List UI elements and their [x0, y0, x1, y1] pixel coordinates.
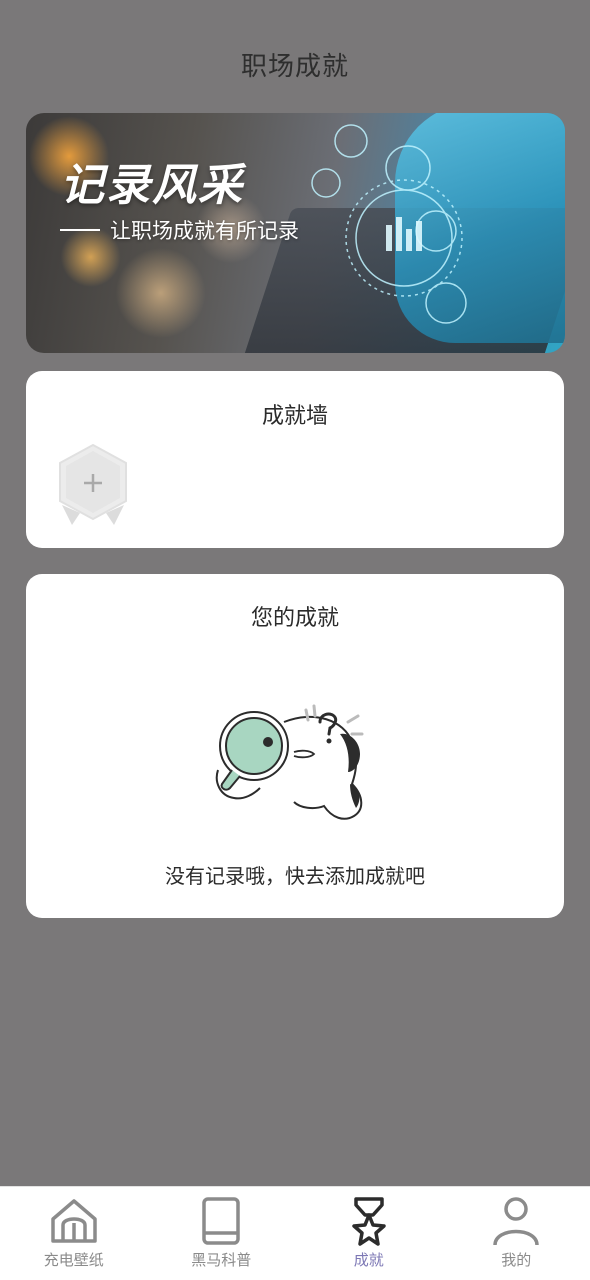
tab-mine[interactable]: 我的	[443, 1187, 590, 1280]
medal-icon	[352, 1197, 386, 1246]
add-badge-button[interactable]	[56, 443, 130, 529]
bottom-tabbar: 充电壁纸 黑马科普 成就 我的	[0, 1186, 590, 1280]
book-icon	[202, 1197, 240, 1245]
tab-achievements[interactable]: 成就	[295, 1187, 443, 1280]
banner-dash	[60, 229, 100, 231]
page-title: 职场成就	[240, 52, 349, 82]
achievement-wall-title: 成就墙	[261, 404, 328, 429]
banner-subtitle: 让职场成就有所记录	[60, 215, 299, 245]
plus-badge-icon	[59, 443, 127, 525]
achievement-wall-card: 成就墙	[26, 371, 564, 548]
tab-heima-science[interactable]: 黑马科普	[148, 1187, 296, 1280]
your-achievements-title: 您的成就	[250, 606, 339, 631]
empty-magnifier-illustration	[215, 704, 364, 820]
tab-label: 黑马科普	[191, 1251, 252, 1269]
tab-label: 成就	[353, 1251, 384, 1269]
tab-charging-wallpaper[interactable]: 充电壁纸	[0, 1187, 148, 1280]
banner-subtitle-text: 让职场成就有所记录	[110, 219, 299, 243]
tab-label: 充电壁纸	[43, 1251, 104, 1269]
banner-title: 记录风采	[60, 160, 244, 211]
your-achievements-card: 您的成就 没有记录哦，快去添加成就吧	[26, 574, 564, 918]
banner[interactable]: 记录风采 让职场成就有所记录	[26, 113, 565, 353]
tab-label: 我的	[501, 1251, 532, 1269]
home-icon	[51, 1199, 97, 1243]
user-icon	[493, 1197, 539, 1246]
empty-state-text: 没有记录哦，快去添加成就吧	[165, 864, 425, 888]
